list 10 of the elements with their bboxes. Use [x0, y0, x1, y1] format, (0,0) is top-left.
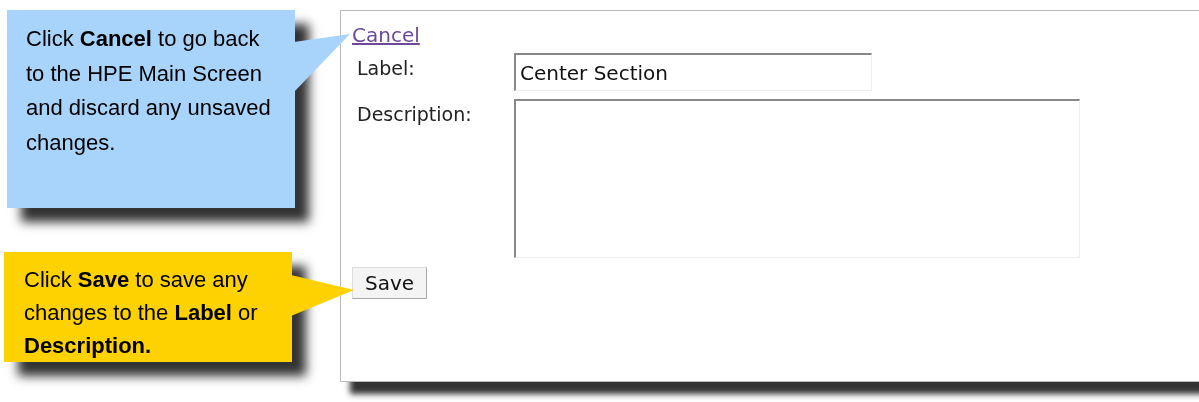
field-label: Description: — [356, 102, 473, 125]
label-field[interactable]: Center Section — [514, 53, 872, 91]
callout: Click Save to save any changes to the Label or Description. — [4, 252, 292, 362]
callout-pointer — [294, 34, 350, 92]
save-button[interactable]: Save — [352, 267, 428, 299]
field-label: Label: — [356, 56, 416, 79]
callout-pointer — [291, 275, 354, 316]
description-field[interactable] — [514, 99, 1080, 258]
callout: Click Cancel to go back to the HPE Main Screen and discard any unsaved changes. — [7, 10, 295, 208]
cancel-link[interactable]: Cancel — [352, 23, 420, 47]
